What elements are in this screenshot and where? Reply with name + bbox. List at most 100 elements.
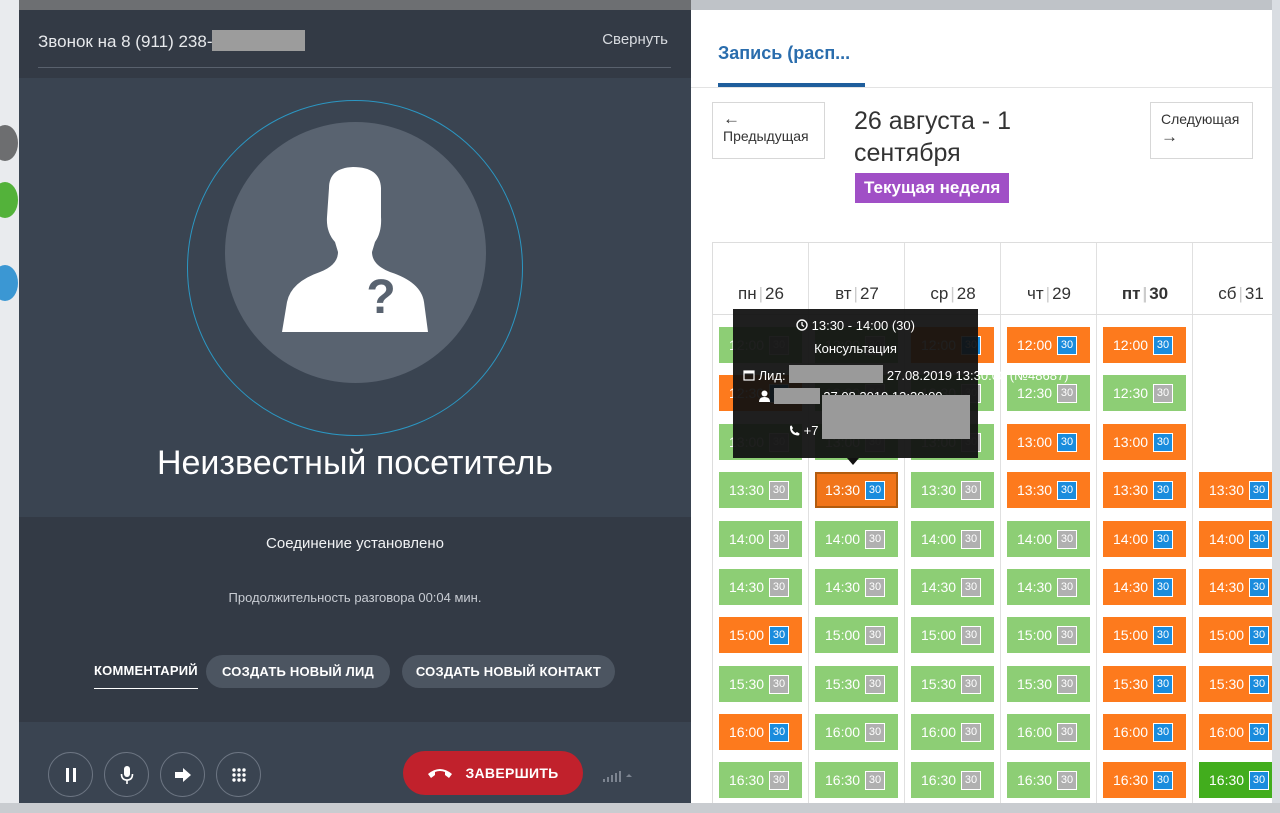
slot-duration-badge: 30 xyxy=(1153,336,1173,355)
time-slot[interactable]: 14:00 30 xyxy=(911,521,994,557)
slot-time: 13:30 xyxy=(1113,482,1149,498)
slot-duration-badge: 30 xyxy=(1153,626,1173,645)
day-separator: | xyxy=(1045,284,1051,303)
day-number: 30 xyxy=(1149,284,1169,303)
time-slot[interactable]: 16:30 30 xyxy=(719,762,802,798)
slot-time: 15:30 xyxy=(825,676,861,692)
collapse-button[interactable]: Свернуть xyxy=(602,31,668,48)
time-slot[interactable]: 16:00 30 xyxy=(1199,714,1272,750)
create-contact-button[interactable]: СОЗДАТЬ НОВЫЙ КОНТАКТ xyxy=(402,655,615,688)
slot-duration-badge: 30 xyxy=(1249,530,1269,549)
slot-time: 14:30 xyxy=(1113,579,1149,595)
previous-week-button[interactable]: ← Предыдущая xyxy=(712,102,825,159)
call-title-text: Звонок на 8 (911) 238- xyxy=(38,32,213,51)
slot-time: 13:30 xyxy=(729,482,765,498)
time-slot[interactable]: 14:30 30 xyxy=(1199,569,1272,605)
time-slot[interactable]: 14:00 30 xyxy=(719,521,802,557)
time-slot[interactable]: 15:00 30 xyxy=(911,617,994,653)
time-slot[interactable]: 16:00 30 xyxy=(815,714,898,750)
slot-time: 14:30 xyxy=(1209,579,1245,595)
time-slot[interactable]: 16:00 30 xyxy=(911,714,994,750)
time-slot[interactable]: 14:30 30 xyxy=(815,569,898,605)
time-slot[interactable]: 15:30 30 xyxy=(1199,666,1272,702)
slot-duration-badge: 30 xyxy=(1153,578,1173,597)
time-slot[interactable]: 15:00 30 xyxy=(1199,617,1272,653)
time-slot[interactable]: 15:00 30 xyxy=(815,617,898,653)
time-slot[interactable]: 13:30 30 xyxy=(911,472,994,508)
time-slot[interactable]: 13:30 30 xyxy=(719,472,802,508)
time-slot[interactable]: 14:00 30 xyxy=(815,521,898,557)
day-separator: | xyxy=(853,284,858,303)
time-slot[interactable]: 12:3030 xyxy=(1103,375,1186,411)
time-slot[interactable]: 16:30 30 xyxy=(1103,762,1186,798)
phone-icon xyxy=(790,425,800,436)
call-header: Звонок на 8 (911) 238- Свернуть xyxy=(19,10,691,78)
time-slot[interactable]: 16:30 30 xyxy=(815,762,898,798)
slot-duration-badge: 30 xyxy=(1057,336,1077,355)
slot-duration-badge: 30 xyxy=(1057,578,1077,597)
slot-duration-badge: 30 xyxy=(1153,675,1173,694)
next-week-label: Следующая xyxy=(1161,111,1240,127)
time-slot[interactable]: 15:00 30 xyxy=(719,617,802,653)
time-slot[interactable]: 14:00 30 xyxy=(1103,521,1186,557)
slot-time: 16:30 xyxy=(825,772,861,788)
next-week-button[interactable]: Следующая → xyxy=(1150,102,1253,159)
time-slot[interactable]: 14:30 30 xyxy=(1007,569,1090,605)
slot-time: 14:00 xyxy=(1209,531,1245,547)
pause-button[interactable] xyxy=(48,752,93,797)
time-slot[interactable]: 15:30 30 xyxy=(815,666,898,702)
time-slot[interactable]: 15:30 30 xyxy=(1103,666,1186,702)
calendar-icon xyxy=(743,370,755,381)
time-slot[interactable]: 15:30 30 xyxy=(719,666,802,702)
mute-button[interactable] xyxy=(104,752,149,797)
tab-comment[interactable]: КОММЕНТАРИЙ xyxy=(94,655,198,689)
slot-duration-badge: 30 xyxy=(865,723,885,742)
time-slot[interactable]: 16:00 30 xyxy=(1007,714,1090,750)
background-page-left xyxy=(0,0,19,813)
slot-duration-badge: 30 xyxy=(961,578,981,597)
time-slot[interactable]: 14:00 30 xyxy=(1007,521,1090,557)
slot-duration-badge: 30 xyxy=(1153,384,1173,403)
visitor-name: Неизвестный посетитель xyxy=(156,444,554,482)
time-slot[interactable]: 16:30 30 xyxy=(1007,762,1090,798)
slot-duration-badge: 30 xyxy=(1249,771,1269,790)
time-slot[interactable]: 14:30 30 xyxy=(719,569,802,605)
slot-time: 14:00 xyxy=(1113,531,1149,547)
redacted-phone xyxy=(822,395,971,439)
time-slot[interactable]: 15:30 30 xyxy=(911,666,994,702)
time-slot[interactable]: 13:30 30 xyxy=(1199,472,1272,508)
time-slot[interactable]: 13:30 30 xyxy=(1103,472,1186,508)
time-slot[interactable]: 14:00 30 xyxy=(1199,521,1272,557)
slot-time: 16:30 xyxy=(1209,772,1245,788)
slot-time: 14:00 xyxy=(729,531,765,547)
slot-time: 12:30 xyxy=(1113,385,1149,401)
tab-schedule[interactable]: Запись (расп... xyxy=(718,43,850,64)
time-slot[interactable]: 16:00 30 xyxy=(1103,714,1186,750)
time-slot[interactable]: 12:0030 xyxy=(1007,327,1090,363)
time-slot[interactable]: 15:00 30 xyxy=(1103,617,1186,653)
time-slot[interactable]: 16:00 30 xyxy=(719,714,802,750)
time-slot[interactable]: 14:30 30 xyxy=(1103,569,1186,605)
transfer-button[interactable] xyxy=(160,752,205,797)
day-header: ср | 28 xyxy=(905,243,1001,315)
create-lead-button[interactable]: СОЗДАТЬ НОВЫЙ ЛИД xyxy=(206,655,390,688)
time-slot[interactable]: 16:30 30 xyxy=(1199,762,1272,798)
time-slot[interactable]: 15:30 30 xyxy=(1007,666,1090,702)
end-call-button[interactable]: ЗАВЕРШИТЬ xyxy=(403,751,583,795)
time-slot[interactable]: 13:0030 xyxy=(1103,424,1186,460)
day-separator: | xyxy=(1238,284,1243,303)
slot-time: 15:30 xyxy=(921,676,957,692)
slot-time: 12:30 xyxy=(1017,385,1053,401)
call-title: Звонок на 8 (911) 238- xyxy=(38,30,306,52)
current-week-badge[interactable]: Текущая неделя xyxy=(855,173,1010,203)
time-slot[interactable]: 16:30 30 xyxy=(911,762,994,798)
keypad-button[interactable] xyxy=(216,752,261,797)
slot-duration-badge: 30 xyxy=(961,723,981,742)
signal-strength-icon[interactable] xyxy=(603,769,635,787)
time-slot[interactable]: 14:30 30 xyxy=(911,569,994,605)
time-slot[interactable]: 13:30 30 xyxy=(815,472,898,508)
time-slot[interactable]: 15:00 30 xyxy=(1007,617,1090,653)
time-slot[interactable]: 12:0030 xyxy=(1103,327,1186,363)
time-slot[interactable]: 13:30 30 xyxy=(1007,472,1090,508)
time-slot[interactable]: 13:0030 xyxy=(1007,424,1090,460)
